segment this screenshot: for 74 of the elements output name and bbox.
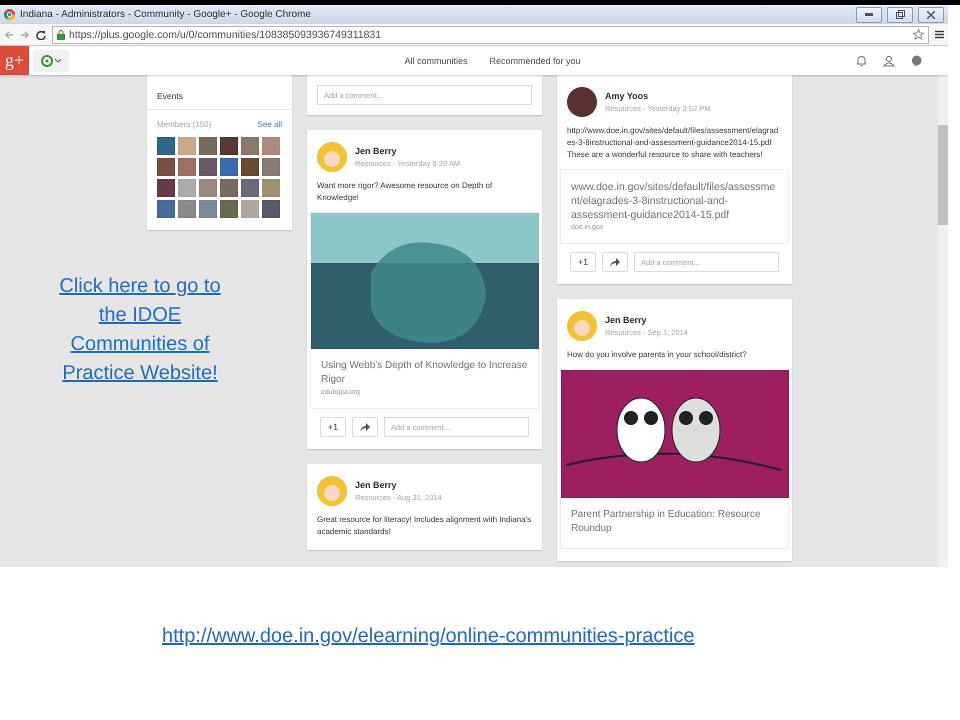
nav-link[interactable]: All communities [404,56,468,66]
photo-placeholder[interactable] [199,200,217,218]
preview-title: Using Webb's Depth of Knowledge to Increase Rigor [321,359,528,387]
avatar-icon [567,87,597,117]
idoe-website-link[interactable]: Click here to go to the IDOE Communities of Practice Website! [45,272,235,388]
author-name: Jen Berry [355,480,398,490]
preview-title: Parent Partnership in Education: Resource Roundup [571,508,762,536]
minimize-icon [865,13,873,16]
photo-placeholder[interactable] [262,137,280,155]
share-arrow-icon [610,258,620,266]
photo-placeholder[interactable] [241,137,259,155]
photo-placeholder[interactable] [220,200,238,218]
photo-placeholder[interactable] [262,200,280,218]
avatar-icon [317,476,347,506]
photo-placeholder[interactable] [157,158,175,176]
speech-bubble-icon[interactable] [911,54,922,66]
post-text: How do you involve parents in your school/district? [566,349,748,361]
share-button[interactable] [602,252,628,272]
reload-icon[interactable] [36,30,46,40]
avatar-icon [567,311,597,341]
photo-placeholder[interactable] [199,158,217,176]
post-text: Want more rigor? Awesome resource on Depth of Knowledge! [316,180,494,204]
plus-one-button[interactable]: +1 [320,417,346,437]
preview-title: www.doe.in.gov/sites/default/files/assessment/elagrades-3-8instructional-and-assessment-guidance2014-15.pdf [571,180,776,222]
nav-link[interactable]: Recommended for you [489,56,581,66]
avatar-icon [317,142,347,172]
author-name: Jen Berry [355,146,398,156]
author-name: Jen Berry [605,315,648,325]
share-arrow-icon [360,423,370,431]
photo-placeholder[interactable] [220,179,238,197]
photo-placeholder[interactable] [220,158,238,176]
photo-placeholder[interactable] [262,179,280,197]
menu-icon[interactable] [935,30,944,39]
post-text: http://www.doe.in.gov/sites/default/files/assessment/elagrades-3-8instructional-and-assessment-guidance2014-15.pdf These are a wonderful resource to share with teachers! [566,125,780,161]
restore-icon [896,10,904,19]
photo-placeholder[interactable] [220,137,238,155]
author-name: Amy Yoos [605,91,650,101]
photo-placeholder[interactable] [199,137,217,155]
restore-button[interactable] [887,6,913,22]
photo-placeholder[interactable] [241,158,259,176]
post-text: Great resource for literacy! Includes alignment with Indiana's academic standards! [316,514,532,538]
close-button[interactable] [918,6,944,22]
photo-placeholder[interactable] [241,179,259,197]
photo-placeholder[interactable] [178,200,196,218]
chrome-logo-icon [4,9,15,20]
photo-placeholder[interactable] [178,158,196,176]
photo-placeholder[interactable] [262,158,280,176]
see-all-link[interactable]: See all [258,120,282,129]
close-icon [927,10,935,18]
photo-placeholder[interactable] [178,179,196,197]
lock-icon [57,30,65,40]
window-title: Indiana - Administrators - Community - Google+ - Google Chrome [20,9,312,20]
minimize-button[interactable] [856,6,882,22]
communities-menu-button[interactable] [33,50,69,72]
caret-icon [55,58,61,62]
photo-placeholder[interactable] [241,200,259,218]
events-link[interactable]: Events [147,75,292,110]
plus-one-button[interactable]: +1 [570,252,596,272]
address-field[interactable]: https://plus.google.com/u/0/communities/108385093936749311831 [52,26,929,44]
forward-icon[interactable] [20,30,30,40]
photo-placeholder[interactable] [178,137,196,155]
doe-url-link[interactable]: http://www.doe.in.gov/elearning/online-communities-practice [162,625,694,648]
back-icon[interactable] [4,30,14,40]
scrollbar-thumb[interactable] [938,125,948,225]
photo-placeholder[interactable] [157,200,175,218]
photo-placeholder[interactable] [157,179,175,197]
photo-placeholder[interactable] [157,137,175,155]
star-icon[interactable] [913,29,924,40]
members-label: Members (150) [157,120,212,129]
google-plus-logo[interactable]: g+ [0,46,29,75]
bell-icon[interactable] [856,54,867,66]
photo-placeholder[interactable] [199,179,217,197]
share-button[interactable] [352,417,378,437]
share-people-icon[interactable] [883,54,895,66]
